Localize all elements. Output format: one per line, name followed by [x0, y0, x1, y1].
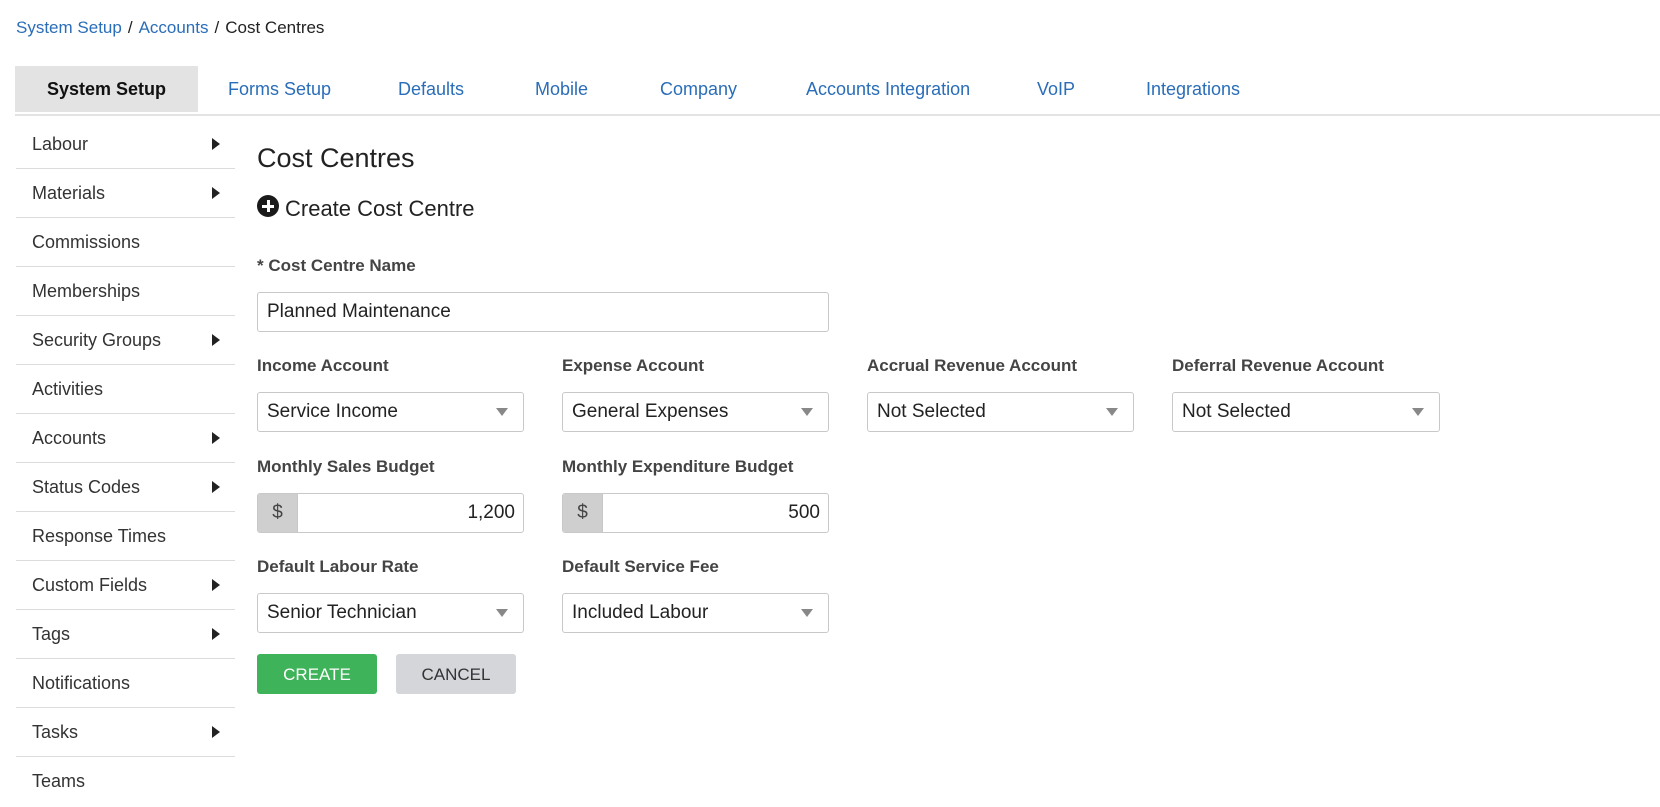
create-cost-centre-heading[interactable]: Create Cost Centre [257, 195, 475, 222]
top-tabs: System Setup Forms Setup Defaults Mobile… [15, 66, 1660, 116]
sidebar-item-label: Status Codes [32, 477, 141, 497]
currency-addon: $ [258, 494, 298, 532]
monthly-sales-budget-label: Monthly Sales Budget [257, 457, 435, 476]
income-account-select[interactable]: Service Income [257, 392, 524, 432]
sidebar-item-teams[interactable]: Teams [16, 757, 235, 806]
sidebar-item-label: Teams [32, 771, 86, 791]
caret-right-icon [212, 481, 220, 493]
caret-right-icon [212, 579, 220, 591]
default-service-fee-value: Included Labour [572, 602, 709, 623]
sidebar-item-label: Tags [32, 624, 71, 644]
default-labour-rate-label: Default Labour Rate [257, 557, 419, 576]
dropdown-caret-icon [1106, 408, 1118, 416]
sidebar-item-notifications[interactable]: Notifications [16, 659, 235, 708]
monthly-expenditure-budget-value: 500 [788, 502, 820, 523]
deferral-revenue-account-select[interactable]: Not Selected [1172, 392, 1440, 432]
default-labour-rate-select[interactable]: Senior Technician [257, 593, 524, 633]
sidebar-item-labour[interactable]: Labour [16, 120, 235, 169]
sidebar-item-label: Security Groups [32, 330, 162, 350]
sidebar-item-label: Materials [32, 183, 106, 203]
monthly-sales-budget-value: 1,200 [467, 502, 515, 523]
caret-right-icon [212, 187, 220, 199]
deferral-revenue-account-value: Not Selected [1182, 401, 1291, 422]
cost-centre-name-label: * Cost Centre Name [257, 256, 416, 275]
expense-account-label: Expense Account [562, 356, 705, 375]
sidebar-item-label: Labour [32, 134, 89, 154]
caret-right-icon [212, 334, 220, 346]
breadcrumb-separator: / [127, 18, 133, 37]
sidebar-item-label: Accounts [32, 428, 107, 448]
caret-right-icon [212, 628, 220, 640]
tab-company[interactable]: Company [660, 66, 737, 112]
breadcrumb-current: Cost Centres [225, 18, 325, 37]
sidebar-item-security-groups[interactable]: Security Groups [16, 316, 235, 365]
sidebar-item-label: Custom Fields [32, 575, 148, 595]
create-heading-label: Create Cost Centre [285, 196, 475, 221]
sidebar-item-label: Tasks [32, 722, 79, 742]
plus-circle-icon [257, 195, 279, 217]
default-service-fee-label: Default Service Fee [562, 557, 719, 576]
sidebar-item-tags[interactable]: Tags [16, 610, 235, 659]
dropdown-caret-icon [496, 408, 508, 416]
income-account-value: Service Income [267, 401, 398, 422]
caret-right-icon [212, 138, 220, 150]
income-account-label: Income Account [257, 356, 389, 375]
dropdown-caret-icon [496, 609, 508, 617]
tab-voip[interactable]: VoIP [1037, 66, 1075, 112]
monthly-sales-budget-input[interactable]: $ 1,200 [257, 493, 524, 533]
caret-right-icon [212, 726, 220, 738]
cost-centre-name-input[interactable] [257, 292, 829, 332]
sidebar-item-memberships[interactable]: Memberships [16, 267, 235, 316]
accrual-revenue-account-select[interactable]: Not Selected [867, 392, 1134, 432]
dropdown-caret-icon [1412, 408, 1424, 416]
expense-account-select[interactable]: General Expenses [562, 392, 829, 432]
sidebar-item-tasks[interactable]: Tasks [16, 708, 235, 757]
tab-forms-setup[interactable]: Forms Setup [228, 66, 331, 112]
sidebar-item-response-times[interactable]: Response Times [16, 512, 235, 561]
monthly-expenditure-budget-input[interactable]: $ 500 [562, 493, 829, 533]
caret-right-icon [212, 432, 220, 444]
dropdown-caret-icon [801, 408, 813, 416]
tab-system-setup[interactable]: System Setup [15, 66, 198, 112]
default-service-fee-select[interactable]: Included Labour [562, 593, 829, 633]
breadcrumb-separator: / [214, 18, 220, 37]
cancel-button[interactable]: CANCEL [396, 654, 516, 694]
sidebar-item-activities[interactable]: Activities [16, 365, 235, 414]
deferral-revenue-account-label: Deferral Revenue Account [1172, 356, 1384, 375]
sidebar-item-label: Memberships [32, 281, 141, 301]
tab-integrations[interactable]: Integrations [1146, 66, 1240, 112]
accrual-revenue-account-label: Accrual Revenue Account [867, 356, 1078, 375]
breadcrumb: System Setup / Accounts / Cost Centres [16, 18, 324, 38]
page-title: Cost Centres [257, 143, 415, 173]
breadcrumb-link-system-setup[interactable]: System Setup [16, 18, 122, 37]
sidebar-item-status-codes[interactable]: Status Codes [16, 463, 235, 512]
tab-accounts-integration[interactable]: Accounts Integration [806, 66, 970, 112]
accrual-revenue-account-value: Not Selected [877, 401, 986, 422]
breadcrumb-link-accounts[interactable]: Accounts [139, 18, 209, 37]
sidebar-item-commissions[interactable]: Commissions [16, 218, 235, 267]
monthly-expenditure-budget-label: Monthly Expenditure Budget [562, 457, 794, 476]
sidebar-item-label: Commissions [32, 232, 141, 252]
expense-account-value: General Expenses [572, 401, 729, 422]
sidebar-item-accounts[interactable]: Accounts [16, 414, 235, 463]
sidebar-item-label: Notifications [32, 673, 131, 693]
sidebar-item-custom-fields[interactable]: Custom Fields [16, 561, 235, 610]
currency-addon: $ [563, 494, 603, 532]
sidebar-item-materials[interactable]: Materials [16, 169, 235, 218]
dropdown-caret-icon [801, 609, 813, 617]
sidebar-item-label: Activities [32, 379, 104, 399]
tab-defaults[interactable]: Defaults [398, 66, 464, 112]
tab-mobile[interactable]: Mobile [535, 66, 588, 112]
create-button[interactable]: CREATE [257, 654, 377, 694]
default-labour-rate-value: Senior Technician [267, 602, 417, 623]
sidebar-item-label: Response Times [32, 526, 167, 546]
sidebar: Labour Materials Commissions Memberships… [16, 120, 235, 806]
